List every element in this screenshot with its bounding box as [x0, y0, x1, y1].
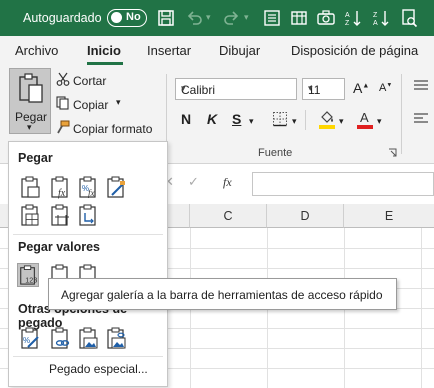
grow-font-icon[interactable]: A▲: [353, 80, 369, 96]
autosave-toggle[interactable]: No: [107, 9, 147, 27]
tab-dibujar[interactable]: Dibujar: [219, 43, 260, 58]
col-header-e[interactable]: E: [344, 204, 434, 228]
table-icon[interactable]: [289, 8, 309, 28]
fill-color-dropdown-icon[interactable]: ▾: [339, 116, 344, 127]
menu-separator: [13, 356, 163, 357]
tab-inicio[interactable]: Inicio: [87, 43, 121, 58]
font-name-select[interactable]: Calibri ▾: [175, 78, 297, 100]
undo-dropdown-icon[interactable]: ▾: [206, 12, 211, 23]
svg-text:%: %: [23, 336, 30, 345]
svg-text:123: 123: [25, 275, 37, 284]
fill-color-swatch: [319, 125, 335, 129]
menu-separator: [13, 234, 163, 235]
format-painter-label: Copiar formato: [73, 122, 153, 136]
col-line: [421, 228, 422, 388]
font-color-swatch: [357, 125, 373, 129]
svg-text:A: A: [373, 20, 378, 27]
active-tab-indicator: [87, 62, 123, 65]
autosave-label: Autoguardado: [23, 11, 102, 25]
sort-descending-icon[interactable]: Z A: [371, 8, 391, 28]
tooltip: Agregar galería a la barra de herramient…: [48, 278, 397, 310]
font-group-label: Fuente: [258, 147, 293, 159]
check-icon[interactable]: ✓: [188, 174, 199, 190]
title-bar: Autoguardado No ▾ ▾ A Z Z A: [0, 0, 434, 36]
align-top-icon[interactable]: [412, 78, 430, 94]
sort-ascending-icon[interactable]: A Z: [343, 8, 363, 28]
col-header-d[interactable]: D: [267, 204, 344, 228]
shrink-font-icon[interactable]: A▼: [379, 82, 392, 94]
copy-dropdown-icon[interactable]: ▾: [116, 97, 121, 108]
insert-function-button[interactable]: fx: [223, 175, 232, 190]
toggle-state: No: [126, 11, 141, 23]
svg-text:Z: Z: [345, 20, 350, 27]
group-separator: [401, 74, 402, 154]
chevron-down-icon: ▾: [308, 83, 313, 93]
paste-formulas-number-format-icon[interactable]: % fx: [77, 175, 99, 199]
paste-link-icon[interactable]: [49, 326, 71, 350]
font-size-select[interactable]: 11 ▾: [302, 78, 345, 100]
paste-icon[interactable]: [19, 175, 41, 199]
paste-formulas-icon[interactable]: fx: [49, 175, 71, 199]
camera-icon[interactable]: [316, 8, 336, 28]
underline-dropdown-icon[interactable]: ▾: [249, 116, 254, 127]
paste-transpose-icon[interactable]: [77, 203, 99, 227]
svg-text:Z: Z: [373, 12, 378, 19]
undo-icon[interactable]: [184, 8, 204, 28]
font-color-icon[interactable]: A: [356, 109, 374, 129]
chevron-down-icon: ▾: [181, 83, 186, 93]
align-left-icon[interactable]: [412, 111, 430, 127]
toggle-knob: [111, 12, 122, 23]
cut-label: Cortar: [73, 74, 107, 88]
form-icon[interactable]: [262, 8, 282, 28]
tab-disposicion[interactable]: Disposición de página: [291, 43, 418, 58]
copy-label: Copiar: [73, 98, 109, 112]
paste-special-item[interactable]: Pegado especial...: [49, 362, 148, 376]
borders-icon[interactable]: [272, 111, 288, 127]
borders-dropdown-icon[interactable]: ▾: [292, 116, 297, 127]
copy-icon: [56, 96, 69, 110]
underline-button[interactable]: S: [232, 111, 241, 127]
svg-text:A: A: [345, 12, 350, 19]
bold-button[interactable]: N: [181, 111, 191, 127]
save-icon[interactable]: [156, 8, 176, 28]
paste-keep-source-formatting-icon[interactable]: [105, 175, 127, 199]
tooltip-text: Agregar galería a la barra de herramient…: [61, 288, 383, 302]
svg-text:fx: fx: [88, 188, 95, 198]
print-preview-icon[interactable]: [399, 8, 419, 28]
font-color-dropdown-icon[interactable]: ▾: [377, 116, 382, 127]
paste-formatting-icon[interactable]: %: [19, 326, 41, 350]
svg-text:A: A: [360, 110, 369, 125]
formula-input[interactable]: [252, 172, 434, 196]
paste-linked-picture-icon[interactable]: [105, 326, 127, 350]
chevron-down-icon: ▾: [27, 122, 32, 132]
paste-options-menu: Pegar fx % fx Pegar valores 123 Otras pe…: [8, 141, 168, 387]
scissors-icon: [56, 72, 70, 86]
italic-button[interactable]: K: [207, 111, 217, 127]
divider: [305, 110, 306, 130]
fill-color-icon[interactable]: [318, 109, 336, 129]
tab-archivo[interactable]: Archivo: [15, 43, 58, 58]
menu-heading-paste: Pegar: [18, 151, 53, 165]
clipboard-icon: [19, 73, 43, 103]
paste-picture-icon[interactable]: [77, 326, 99, 350]
svg-text:fx: fx: [58, 188, 66, 199]
redo-dropdown-icon[interactable]: ▾: [244, 12, 249, 23]
format-painter-icon: [57, 120, 70, 134]
paste-button[interactable]: Pegar ▾: [9, 68, 51, 134]
paste-keep-column-widths-icon[interactable]: [49, 203, 71, 227]
redo-icon[interactable]: [222, 8, 242, 28]
menu-heading-paste-values: Pegar valores: [18, 240, 100, 254]
col-header-c[interactable]: C: [190, 204, 267, 228]
paste-values-icon[interactable]: 123: [17, 263, 39, 287]
dialog-launcher-icon[interactable]: [388, 148, 397, 157]
ribbon-tabs: Archivo Inicio Insertar Dibujar Disposic…: [0, 36, 434, 66]
tab-insertar[interactable]: Insertar: [147, 43, 191, 58]
paste-no-borders-icon[interactable]: [19, 203, 41, 227]
